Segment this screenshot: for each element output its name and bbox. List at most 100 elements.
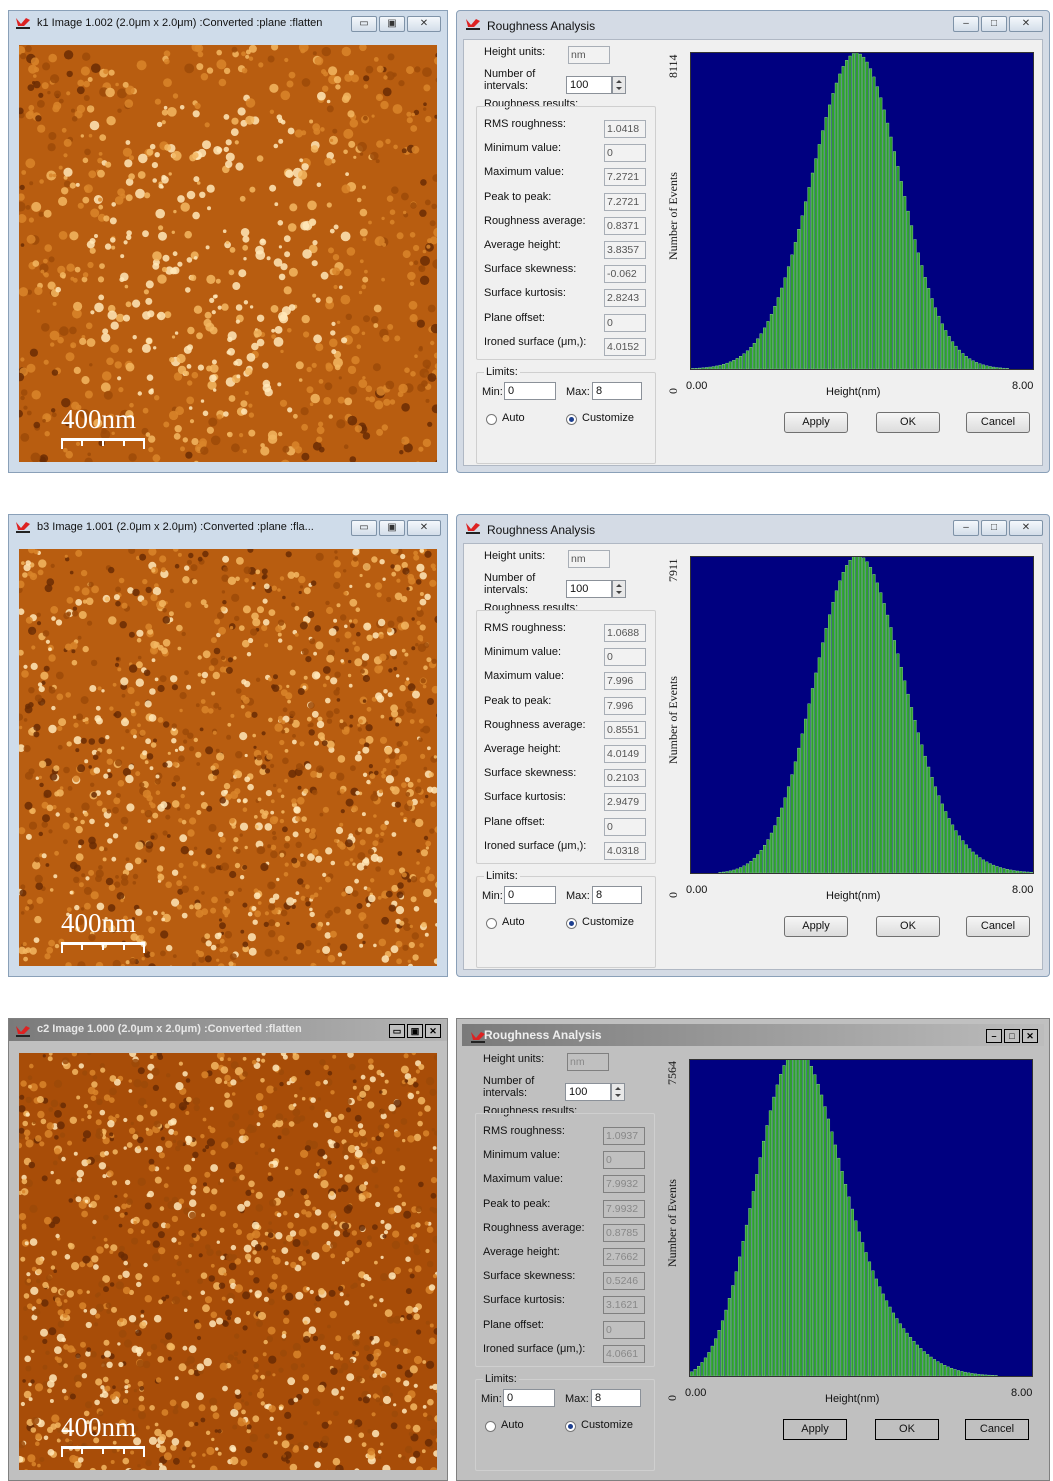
cancel-button[interactable]: Cancel (966, 412, 1030, 433)
height-units-label: Height units: (483, 1053, 544, 1065)
minimize-button[interactable]: – (953, 520, 979, 536)
histogram-bar (981, 1375, 984, 1376)
auto-radio[interactable] (486, 414, 497, 425)
minimize-icon: – (954, 521, 978, 535)
histogram-bar (777, 817, 780, 873)
limit-min-input[interactable]: 0 (504, 382, 556, 400)
intervals-input[interactable]: 100 (566, 76, 612, 94)
limit-min-input[interactable]: 0 (503, 1389, 555, 1407)
close-icon: ✕ (1023, 1030, 1037, 1042)
ok-button[interactable]: OK (876, 412, 940, 433)
histogram-bar (934, 308, 937, 369)
image-title-bar[interactable]: c2 Image 1.000 (2.0μm x 2.0μm) :Converte… (9, 1019, 447, 1041)
minimize-button[interactable]: – (986, 1029, 1002, 1043)
histogram-bar (902, 1329, 905, 1376)
ok-button[interactable]: OK (876, 916, 940, 937)
close-button[interactable]: ✕ (407, 520, 441, 536)
maximize-button[interactable]: ▣ (407, 1024, 423, 1038)
histogram-bar (992, 865, 995, 873)
dialog-title-bar[interactable]: Roughness Analysis – □ ✕ (462, 1024, 1044, 1046)
apply-button[interactable]: Apply (784, 916, 848, 937)
histogram-bar (948, 818, 951, 873)
histogram-bar (731, 1285, 734, 1376)
intervals-spinner[interactable] (612, 580, 626, 598)
result-value-kurt: 2.9479 (604, 793, 646, 811)
histogram-bar (810, 1066, 813, 1376)
result-value-peak: 7.996 (604, 697, 646, 715)
histogram-bar (851, 1209, 854, 1376)
customize-radio[interactable] (566, 414, 577, 425)
limits-label: Limits: (484, 870, 520, 882)
minimize-button[interactable]: ▭ (351, 520, 377, 536)
histogram-bar (772, 1097, 775, 1376)
close-button[interactable]: ✕ (1009, 520, 1043, 536)
afm-image-window[interactable]: c2 Image 1.000 (2.0μm x 2.0μm) :Converte… (8, 1018, 448, 1481)
result-value-plane: 0 (604, 818, 646, 836)
dialog-title-bar[interactable]: Roughness Analysis – □ ✕ (457, 515, 1049, 543)
close-button[interactable]: ✕ (1009, 16, 1043, 32)
cancel-button[interactable]: Cancel (965, 1419, 1029, 1440)
histogram-bar (835, 591, 838, 873)
histogram-bar (790, 1060, 793, 1376)
limit-max-input[interactable]: 8 (592, 886, 642, 904)
histogram-bar (876, 87, 879, 369)
minimize-button[interactable]: ▭ (389, 1024, 405, 1038)
maximize-button[interactable]: □ (1004, 1029, 1020, 1043)
customize-label: Customize (582, 916, 634, 928)
dialog-title: Roughness Analysis (484, 1028, 602, 1042)
minimize-button[interactable]: ▭ (351, 16, 377, 32)
result-label-min: Minimum value: (484, 646, 561, 658)
histogram-bar (856, 53, 859, 369)
histogram-bar (856, 557, 859, 873)
apply-button[interactable]: Apply (784, 412, 848, 433)
customize-radio[interactable] (566, 918, 577, 929)
histogram-bar (999, 868, 1002, 873)
auto-radio[interactable] (485, 1421, 496, 1432)
histogram-bar (893, 640, 896, 873)
maximize-button[interactable]: ▣ (379, 16, 405, 32)
intervals-spinner[interactable] (611, 1083, 625, 1101)
histogram-bar (793, 1060, 796, 1376)
histogram-bar (791, 255, 794, 369)
limit-max-input[interactable]: 8 (591, 1389, 641, 1407)
cancel-button[interactable]: Cancel (966, 916, 1030, 937)
histogram-bar (948, 336, 951, 369)
close-button[interactable]: ✕ (425, 1024, 441, 1038)
minimize-button[interactable]: – (953, 16, 979, 32)
roughness-analysis-dialog[interactable]: Roughness Analysis – □ ✕ Height units: n… (456, 1018, 1050, 1481)
histogram-bar (1013, 871, 1016, 873)
histogram-bar (739, 868, 742, 873)
afm-image-window[interactable]: b3 Image 1.001 (2.0μm x 2.0μm) :Converte… (8, 514, 448, 977)
histogram-bar (992, 367, 995, 369)
intervals-input[interactable]: 100 (565, 1083, 611, 1101)
histogram-bar (861, 1242, 864, 1376)
histogram-bar (729, 362, 732, 369)
histogram-bar (924, 756, 927, 873)
intervals-input[interactable]: 100 (566, 580, 612, 598)
dialog-title-bar[interactable]: Roughness Analysis – □ ✕ (457, 11, 1049, 39)
histogram-bar (797, 748, 800, 873)
image-title-bar[interactable]: b3 Image 1.001 (2.0μm x 2.0μm) :Converte… (9, 515, 447, 541)
maximize-button[interactable]: □ (981, 16, 1007, 32)
result-value-kurt: 2.8243 (604, 289, 646, 307)
limit-max-input[interactable]: 8 (592, 382, 642, 400)
roughness-analysis-dialog[interactable]: Roughness Analysis – □ ✕ Height units: n… (456, 514, 1050, 977)
histogram-bar (979, 858, 982, 873)
auto-radio[interactable] (486, 918, 497, 929)
histogram-bar (800, 1060, 803, 1376)
close-button[interactable]: ✕ (1022, 1029, 1038, 1043)
apply-button[interactable]: Apply (783, 1419, 847, 1440)
maximize-button[interactable]: ▣ (379, 520, 405, 536)
customize-radio[interactable] (565, 1421, 576, 1432)
afm-image-window[interactable]: k1 Image 1.002 (2.0μm x 2.0μm) :Converte… (8, 10, 448, 473)
histogram-bar (845, 565, 848, 873)
close-button[interactable]: ✕ (407, 16, 441, 32)
result-label-min: Minimum value: (483, 1149, 560, 1161)
roughness-analysis-dialog[interactable]: Roughness Analysis – □ ✕ Height units: n… (456, 10, 1050, 473)
intervals-spinner[interactable] (612, 76, 626, 94)
histogram-bar (921, 265, 924, 369)
ok-button[interactable]: OK (875, 1419, 939, 1440)
maximize-button[interactable]: □ (981, 520, 1007, 536)
image-title-bar[interactable]: k1 Image 1.002 (2.0μm x 2.0μm) :Converte… (9, 11, 447, 37)
limit-min-input[interactable]: 0 (504, 886, 556, 904)
